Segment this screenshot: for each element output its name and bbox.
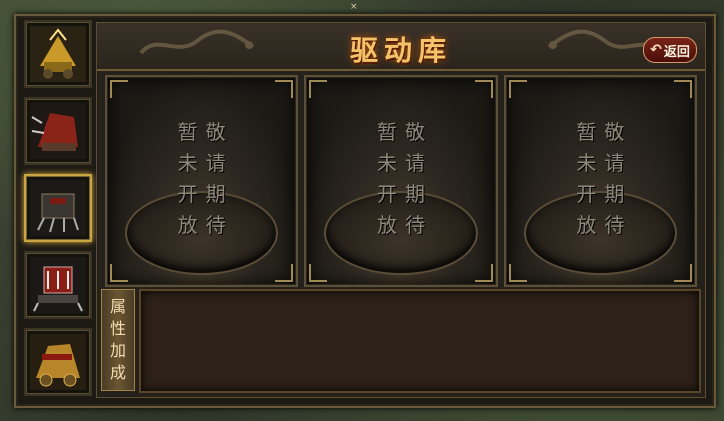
notice-char: 待 <box>604 213 625 237</box>
notice-char: 未 <box>576 151 597 175</box>
drive-slot-3[interactable]: 暂 未 开 放 敬 请 期 待 <box>503 75 697 287</box>
return-arrow-icon: ↶ <box>650 42 662 58</box>
notice-column-2: 敬 请 期 待 <box>206 119 226 239</box>
corner-ornament <box>275 80 294 98</box>
drive-library-panel: 驱动库 ↶ 返回 暂 未 开 放 敬 请 期 待 暂 未 开 放 敬 请 期 待… <box>96 22 706 398</box>
chariot-spiked-icon <box>30 180 86 236</box>
notice-char: 期 <box>404 182 425 206</box>
notice-char: 请 <box>604 151 625 175</box>
attribute-tab-char: 属 <box>109 297 126 316</box>
notice-char: 放 <box>576 213 597 237</box>
notice-char: 敬 <box>604 120 625 144</box>
top-fragment: × <box>350 2 358 12</box>
chariot-golden-icon <box>30 334 86 390</box>
corner-ornament <box>309 80 328 98</box>
notice-char: 暂 <box>576 120 597 144</box>
sidebar-item-chariot-5[interactable] <box>24 328 92 396</box>
notice-char: 暂 <box>177 120 198 144</box>
not-open-notice: 暂 未 开 放 敬 请 期 待 <box>107 119 296 239</box>
notice-char: 放 <box>376 213 397 237</box>
attribute-tab-char: 性 <box>109 319 126 338</box>
corner-ornament <box>275 264 294 282</box>
notice-char: 未 <box>376 151 397 175</box>
back-button[interactable]: ↶ 返回 <box>643 37 697 63</box>
sidebar <box>18 20 94 396</box>
corner-ornament <box>110 264 128 282</box>
notice-char: 开 <box>376 182 397 206</box>
notice-char: 未 <box>177 151 198 175</box>
back-button-label: 返回 <box>663 44 690 60</box>
notice-column-1: 暂 未 开 放 <box>178 119 198 239</box>
chariot-gold-icon <box>30 26 86 82</box>
attribute-section: 属 性 加 成 <box>101 289 701 393</box>
corner-ornament <box>474 80 493 98</box>
corner-ornament <box>508 264 527 282</box>
notice-char: 敬 <box>205 120 226 144</box>
notice-char: 请 <box>404 151 425 175</box>
not-open-notice: 暂 未 开 放 敬 请 期 待 <box>506 119 695 239</box>
chariot-red-spiked-icon <box>30 257 86 313</box>
notice-char: 开 <box>177 182 198 206</box>
drive-slots: 暂 未 开 放 敬 请 期 待 暂 未 开 放 敬 请 期 待 暂 未 开 放 … <box>105 75 697 287</box>
sidebar-item-chariot-3[interactable] <box>24 174 92 242</box>
not-open-notice: 暂 未 开 放 敬 请 期 待 <box>306 119 495 239</box>
corner-ornament <box>474 264 493 282</box>
chariot-red-icon <box>30 103 86 159</box>
sidebar-item-chariot-4[interactable] <box>24 251 92 319</box>
sidebar-item-chariot-2[interactable] <box>24 97 92 165</box>
corner-ornament <box>673 80 692 98</box>
corner-ornament <box>508 80 527 98</box>
corner-ornament <box>673 264 692 282</box>
notice-column-2: 敬 请 期 待 <box>604 119 624 239</box>
notice-char: 暂 <box>376 120 397 144</box>
notice-char: 开 <box>576 182 597 206</box>
sidebar-item-chariot-1[interactable] <box>24 20 92 88</box>
drive-slot-1[interactable]: 暂 未 开 放 敬 请 期 待 <box>105 75 299 287</box>
notice-column-1: 暂 未 开 放 <box>377 119 397 239</box>
notice-char: 期 <box>205 182 226 206</box>
notice-char: 期 <box>604 182 625 206</box>
notice-column-1: 暂 未 开 放 <box>576 119 596 239</box>
corner-ornament <box>309 264 328 282</box>
corner-ornament <box>110 80 128 98</box>
notice-char: 请 <box>205 151 226 175</box>
notice-char: 待 <box>205 213 226 237</box>
attribute-tab-char: 成 <box>109 363 126 382</box>
attribute-content-box <box>139 289 701 393</box>
notice-char: 待 <box>404 213 425 237</box>
attribute-bonus-tab[interactable]: 属 性 加 成 <box>101 289 135 391</box>
notice-char: 放 <box>177 213 198 237</box>
notice-column-2: 敬 请 期 待 <box>405 119 425 239</box>
attribute-tab-char: 加 <box>109 341 126 360</box>
drive-slot-2[interactable]: 暂 未 开 放 敬 请 期 待 <box>304 75 498 287</box>
page-title: 驱动库 <box>349 34 452 67</box>
title-bar: 驱动库 ↶ 返回 <box>97 23 705 71</box>
notice-char: 敬 <box>404 120 425 144</box>
